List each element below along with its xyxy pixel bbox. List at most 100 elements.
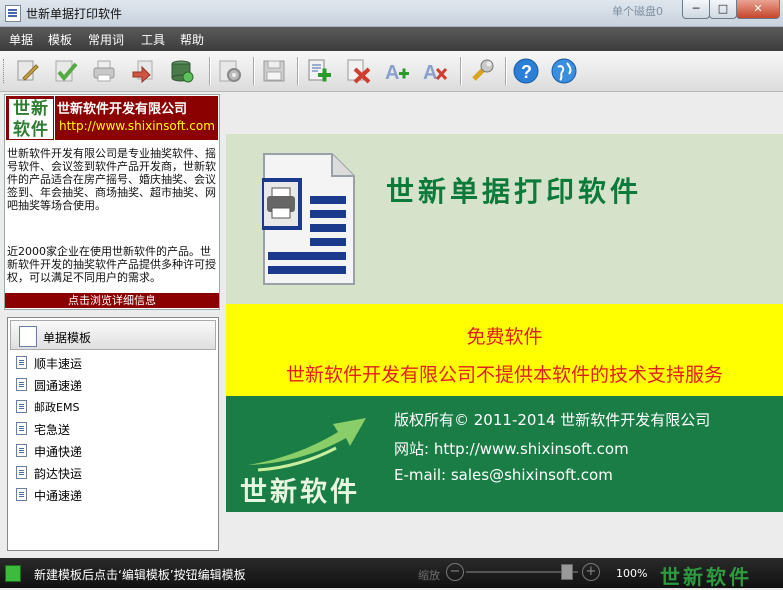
help-icon: ? (513, 58, 539, 84)
template-item-label: 申通快递 (34, 445, 83, 459)
add-text-button[interactable]: A (380, 54, 414, 87)
template-item-label: 韵达快运 (34, 467, 83, 481)
toolbar-separator (460, 57, 461, 85)
template-item-label: 宅急送 (34, 423, 71, 437)
website-text[interactable]: 网站: http://www.shixinsoft.com (394, 438, 629, 459)
add-button[interactable] (302, 54, 336, 87)
status-logo-text: 世新软件 (660, 565, 752, 589)
template-item-sf-express[interactable]: 顺丰速运 (14, 352, 210, 372)
blurred-background-text: 单个磁盘0 (612, 5, 663, 18)
status-bar: 新建模板后点击‘编辑模板’按钮编辑模板 缩放 − + 100% 世新软件 (0, 558, 783, 589)
document-icon (16, 488, 27, 501)
menu-item-common-words[interactable]: 常用词 (88, 31, 124, 48)
company-logo: 世新 软件 (6, 96, 54, 140)
template-item-yunda[interactable]: 韵达快运 (14, 462, 210, 482)
toolbar-grip[interactable] (3, 59, 7, 83)
tools-button[interactable] (465, 54, 499, 87)
svg-text:A: A (423, 62, 437, 84)
free-software-label: 免费软件 (466, 326, 543, 348)
zoom-slider-thumb[interactable] (560, 564, 573, 580)
company-info-panel: 世新 软件 世新软件开发有限公司 http://www.shixinsoft.c… (4, 94, 220, 310)
print-button[interactable] (87, 54, 121, 87)
text-remove-icon: A (422, 58, 448, 84)
menu-item-tools[interactable]: 工具 (141, 31, 165, 48)
svg-text:?: ? (521, 62, 532, 82)
company-header: 世新软件开发有限公司 http://www.shixinsoft.com (55, 96, 218, 140)
wrench-icon (469, 58, 495, 84)
database-icon (169, 58, 195, 84)
print-icon (91, 58, 117, 84)
product-name-heading: 世新单据打印软件 (386, 175, 643, 208)
template-item-ems[interactable]: 邮政EMS (14, 396, 210, 416)
settings-button[interactable] (213, 54, 247, 87)
document-icon (16, 444, 27, 457)
document-icon (16, 466, 27, 479)
document-icon (16, 400, 27, 413)
import-button[interactable] (126, 54, 160, 87)
delete-icon (345, 58, 371, 84)
template-item-label: 邮政EMS (34, 401, 80, 414)
toolbar-separator (505, 57, 506, 85)
document-icon (16, 378, 27, 391)
template-panel: 单据模板 顺丰速运 圆通速递 邮政EMS 宅急送 申通快递 韵达快运 中通速递 (7, 317, 219, 551)
zoom-label: 缩放 (418, 569, 440, 582)
toolbar-separator (253, 57, 254, 85)
maximize-button[interactable]: □ (709, 0, 737, 19)
document-icon (16, 422, 27, 435)
menu-item-templates[interactable]: 模板 (48, 31, 72, 48)
check-button[interactable] (49, 54, 83, 87)
company-name: 世新软件开发有限公司 (57, 102, 188, 117)
web-icon (551, 58, 577, 84)
template-item-label: 中通速递 (34, 489, 83, 503)
no-support-notice: 世新软件开发有限公司不提供本软件的技术支持服务 (285, 364, 723, 386)
remove-text-button[interactable]: A (418, 54, 452, 87)
save-icon (261, 58, 287, 84)
template-item-label: 圆通速递 (34, 379, 83, 393)
logo-line: 世新 (13, 99, 49, 119)
template-item-zto[interactable]: 中通速递 (14, 484, 210, 504)
status-icon (5, 565, 21, 582)
email-text[interactable]: E-mail: sales@shixinsoft.com (394, 466, 613, 484)
text-add-icon: A (384, 58, 410, 84)
menu-item-help[interactable]: 帮助 (180, 31, 204, 48)
database-button[interactable] (165, 54, 199, 87)
banner-logo-text: 世新软件 (240, 477, 360, 508)
app-icon (5, 5, 21, 22)
toolbar: A A ? (0, 51, 783, 92)
add-icon (306, 58, 332, 84)
template-item-label: 顺丰速运 (34, 357, 83, 371)
template-panel-title: 单据模板 (43, 331, 92, 345)
minimize-button[interactable]: ─ (682, 0, 710, 19)
menu-bar: 单据 模板 常用词 工具 帮助 (0, 27, 783, 51)
web-button[interactable] (547, 54, 581, 87)
copyright-text: 版权所有© 2011-2014 世新软件开发有限公司 (394, 411, 711, 429)
view-details-link[interactable]: 点击浏览详细信息 (5, 293, 219, 308)
delete-button[interactable] (341, 54, 375, 87)
help-button[interactable]: ? (509, 54, 543, 87)
window-title: 世新单据打印软件 (26, 7, 123, 21)
template-header-icon (19, 326, 37, 347)
save-button[interactable] (257, 54, 291, 87)
template-item-zjs[interactable]: 宅急送 (14, 418, 210, 438)
check-icon (53, 58, 79, 84)
template-item-sto[interactable]: 申通快递 (14, 440, 210, 460)
template-panel-header[interactable]: 单据模板 (10, 320, 216, 350)
zoom-in-button[interactable]: + (582, 563, 600, 581)
toolbar-separator (297, 57, 298, 85)
company-description: 世新软件开发有限公司是专业抽奖软件、摇号软件、会议签到软件产品开发商，世新软件的… (7, 147, 216, 212)
template-item-yto[interactable]: 圆通速递 (14, 374, 210, 394)
toolbar-separator (209, 57, 210, 85)
edit-button[interactable] (10, 54, 44, 87)
svg-text:A: A (385, 62, 399, 84)
title-bar: 世新单据打印软件 单个磁盘0 ─ □ ✕ (0, 0, 783, 27)
logo-line: 软件 (13, 120, 49, 140)
document-printer-icon (260, 152, 356, 286)
status-message: 新建模板后点击‘编辑模板’按钮编辑模板 (34, 568, 246, 582)
company-description-2: 近2000家企业在使用世新软件的产品。世新软件开发的抽奖软件产品提供多种许可授权… (7, 245, 216, 284)
close-button[interactable]: ✕ (736, 0, 780, 19)
zoom-out-button[interactable]: − (446, 563, 464, 581)
menu-item-documents[interactable]: 单据 (9, 31, 33, 48)
zoom-level: 100% (616, 567, 648, 580)
document-icon (16, 356, 27, 369)
company-url-link[interactable]: http://www.shixinsoft.com (59, 119, 215, 133)
